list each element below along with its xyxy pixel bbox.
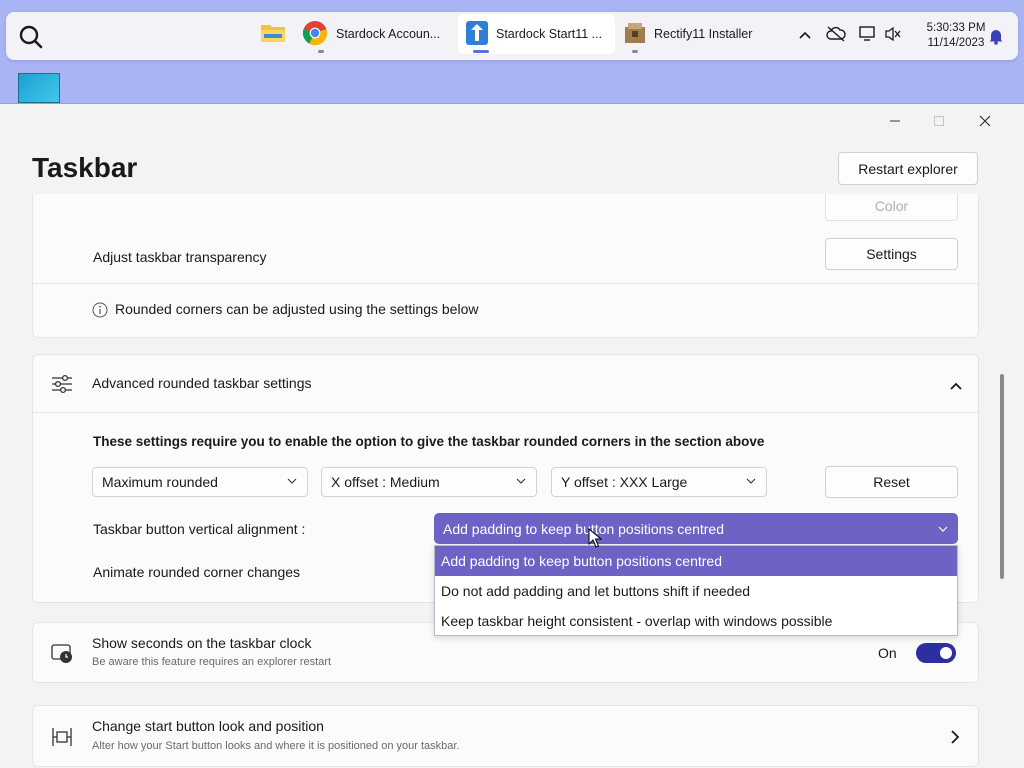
start-button-subtitle: Alter how your Start button looks and wh… [92, 740, 460, 752]
notification-bell-icon[interactable] [988, 27, 1004, 50]
alignment-label: Taskbar button vertical alignment : [93, 521, 306, 537]
taskbar-start11-label: Stardock Start11 ... [496, 27, 603, 41]
top-taskbar: Stardock Accoun... Stardock Start11 ... … [6, 12, 1018, 60]
close-button[interactable] [970, 109, 1000, 133]
rounding-select[interactable]: Maximum rounded [92, 467, 308, 497]
start11-icon [466, 20, 488, 48]
reset-button[interactable]: Reset [825, 466, 958, 498]
running-indicator [632, 50, 638, 53]
restart-explorer-button[interactable]: Restart explorer [838, 152, 978, 185]
maximize-button[interactable] [924, 109, 954, 133]
search-icon[interactable] [18, 24, 44, 50]
show-seconds-toggle[interactable] [916, 643, 956, 663]
taskbar-rectify11-label: Rectify11 Installer [654, 27, 753, 41]
vertical-scrollbar[interactable] [1000, 374, 1004, 579]
chevron-down-icon [287, 478, 297, 484]
advanced-header[interactable]: Advanced rounded taskbar settings [33, 355, 978, 412]
sliders-icon [51, 374, 73, 399]
info-icon [92, 302, 108, 323]
taskbar-start11[interactable]: Stardock Start11 ... [458, 14, 615, 54]
chevron-down-icon [746, 478, 756, 484]
alignment-dropdown-list: Add padding to keep button positions cen… [434, 545, 958, 636]
y-offset-select-value: Y offset : XXX Large [561, 474, 688, 490]
taskbar-rectify11[interactable]: Rectify11 Installer [624, 14, 774, 54]
toggle-knob [940, 647, 952, 659]
system-tray [798, 12, 902, 60]
dropdown-option[interactable]: Add padding to keep button positions cen… [435, 546, 957, 576]
advanced-note: These settings require you to enable the… [93, 434, 765, 449]
transparency-settings-button[interactable]: Settings [825, 238, 958, 270]
chevron-up-icon[interactable] [949, 378, 963, 396]
volume-muted-icon[interactable] [884, 26, 902, 47]
installer-icon [624, 22, 646, 47]
rounding-select-value: Maximum rounded [102, 474, 218, 490]
chevron-up-icon[interactable] [798, 27, 812, 45]
alignment-dropdown[interactable]: Add padding to keep button positions cen… [434, 513, 958, 544]
animate-label: Animate rounded corner changes [93, 564, 301, 580]
dropdown-option[interactable]: Keep taskbar height consistent - overlap… [435, 606, 957, 636]
advanced-header-title: Advanced rounded taskbar settings [92, 375, 312, 391]
chevron-right-icon [950, 729, 960, 750]
show-seconds-title: Show seconds on the taskbar clock [92, 635, 312, 651]
taskbar-chrome-label: Stardock Accoun... [336, 27, 441, 41]
settings-scroll-area[interactable]: Color Adjust taskbar transparency Settin… [0, 194, 1024, 768]
divider [33, 283, 978, 284]
clock-icon [51, 642, 73, 669]
chrome-icon [302, 20, 328, 49]
folder-icon [260, 22, 286, 47]
chevron-down-icon [938, 526, 948, 532]
start-button-position-icon [51, 727, 73, 752]
show-seconds-subtitle: Be aware this feature requires an explor… [92, 656, 332, 668]
chevron-down-icon [516, 478, 526, 484]
running-indicator [318, 50, 324, 53]
y-offset-select[interactable]: Y offset : XXX Large [551, 467, 767, 497]
cloud-offline-icon[interactable] [826, 25, 846, 47]
alignment-dropdown-value: Add padding to keep button positions cen… [443, 520, 724, 537]
taskbar-file-explorer[interactable] [256, 14, 290, 54]
network-icon[interactable] [858, 25, 878, 48]
taskbar-clock[interactable]: 5:30:33 PM 11/14/2023 [920, 21, 992, 51]
transparency-label: Adjust taskbar transparency [93, 249, 267, 265]
divider [33, 412, 978, 413]
minimize-button[interactable] [880, 109, 910, 133]
transparency-card: Color Adjust taskbar transparency Settin… [32, 194, 979, 338]
clock-time: 5:30:33 PM [926, 22, 986, 34]
active-indicator [473, 50, 489, 53]
x-offset-select-value: X offset : Medium [331, 474, 440, 490]
dropdown-option[interactable]: Do not add padding and let buttons shift… [435, 576, 957, 606]
page-title: Taskbar [32, 152, 138, 183]
taskbar-chrome[interactable]: Stardock Accoun... [302, 14, 452, 54]
mouse-cursor-icon [588, 527, 603, 553]
desktop-icon[interactable] [18, 73, 60, 103]
show-seconds-state: On [878, 645, 897, 661]
clock-date: 11/14/2023 [927, 37, 985, 49]
color-button[interactable]: Color [825, 194, 958, 221]
x-offset-select[interactable]: X offset : Medium [321, 467, 537, 497]
rounded-info-text: Rounded corners can be adjusted using th… [115, 301, 479, 317]
start-button-title: Change start button look and position [92, 718, 324, 734]
taskbar-settings-window: Taskbar Restart explorer Color Adjust ta… [0, 103, 1024, 768]
start-button-card[interactable]: Change start button look and position Al… [32, 705, 979, 767]
